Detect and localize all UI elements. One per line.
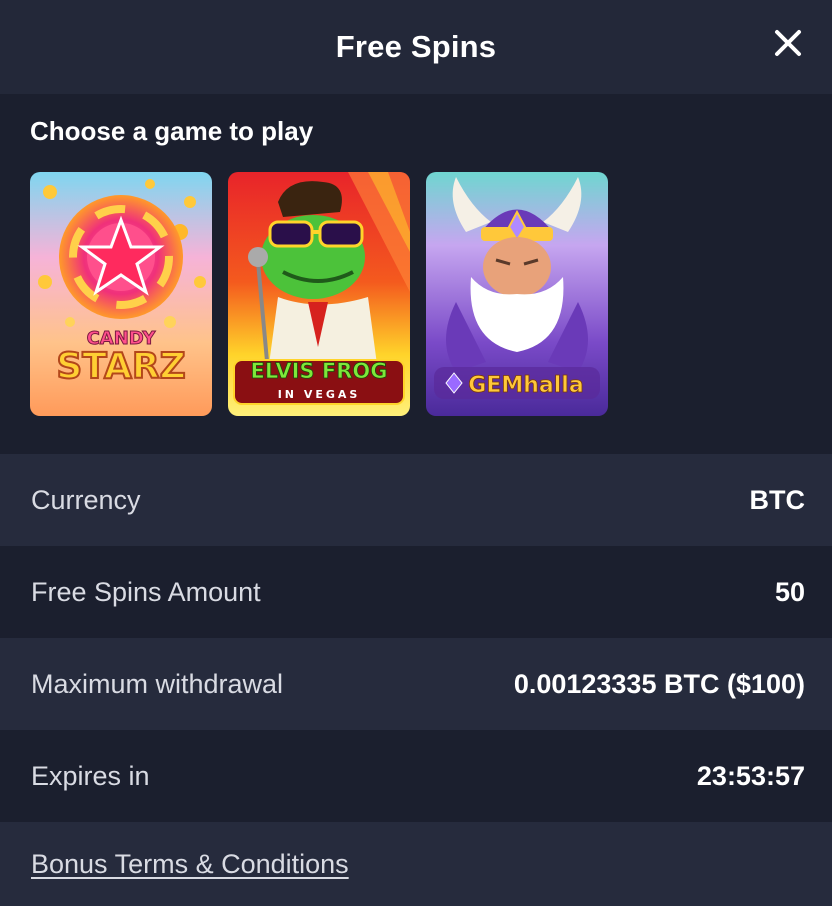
svg-text:GEMhalla: GEMhalla xyxy=(468,373,583,398)
close-icon xyxy=(775,30,801,56)
detail-row-currency: Currency BTC xyxy=(0,454,832,546)
detail-label: Expires in xyxy=(31,760,150,791)
detail-label: Maximum withdrawal xyxy=(31,668,284,699)
svg-text:IN VEGAS: IN VEGAS xyxy=(278,388,361,401)
games-list: CANDY STARZ ELVIS FROG IN VEGAS GEMhalla xyxy=(30,172,802,416)
game-card-candy-starz[interactable]: CANDY STARZ xyxy=(30,172,212,416)
detail-value: BTC xyxy=(749,484,806,515)
detail-row-free-spins-amount: Free Spins Amount 50 xyxy=(0,546,832,638)
detail-row-expires-in: Expires in 23:53:57 xyxy=(0,730,832,822)
detail-value: 0.00123335 BTC ($100) xyxy=(513,668,805,699)
svg-text:STARZ: STARZ xyxy=(56,346,185,387)
detail-value: 50 xyxy=(774,576,805,607)
modal-title: Free Spins xyxy=(335,29,497,64)
gemhalla-thumbnail: GEMhalla xyxy=(426,172,608,416)
game-card-gemhalla[interactable]: GEMhalla xyxy=(426,172,608,416)
choose-game-title: Choose a game to play xyxy=(30,116,314,146)
detail-label: Free Spins Amount xyxy=(31,576,261,607)
svg-text:ELVIS FROG: ELVIS FROG xyxy=(251,359,388,383)
free-spins-modal: Free Spins Choose a game to play CANDY S… xyxy=(0,0,832,906)
close-button[interactable] xyxy=(772,27,804,59)
bonus-terms-link[interactable]: Bonus Terms & Conditions xyxy=(31,849,349,880)
games-section: Choose a game to play CANDY STARZ ELVIS … xyxy=(0,94,832,454)
detail-row-maximum-withdrawal: Maximum withdrawal 0.00123335 BTC ($100) xyxy=(0,638,832,730)
detail-value: 23:53:57 xyxy=(696,760,805,791)
detail-label: Currency xyxy=(31,484,141,515)
modal-header: Free Spins xyxy=(0,0,832,94)
game-card-elvis-frog[interactable]: ELVIS FROG IN VEGAS xyxy=(228,172,410,416)
terms-row: Bonus Terms & Conditions xyxy=(0,822,832,906)
elvis-frog-thumbnail: ELVIS FROG IN VEGAS xyxy=(228,172,410,416)
candy-starz-thumbnail: CANDY STARZ xyxy=(30,172,212,416)
